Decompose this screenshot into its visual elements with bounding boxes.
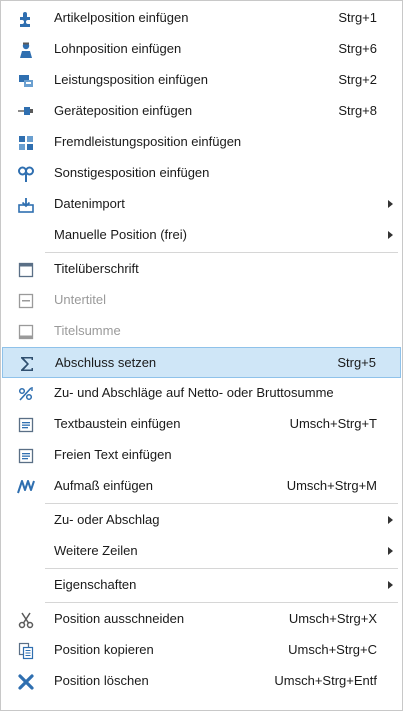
menu-item-shortcut: Strg+5 bbox=[337, 355, 376, 370]
menu-item-label: Aufmaß einfügen bbox=[54, 478, 154, 493]
menu-item-label: Titelsumme bbox=[54, 323, 121, 338]
scissors-icon bbox=[17, 611, 35, 629]
menu-item-label: Fremdleistungsposition einfügen bbox=[54, 134, 242, 149]
menu-item-label: Leistungsposition einfügen bbox=[54, 72, 208, 87]
menu-item-label: Untertitel bbox=[54, 292, 107, 307]
menu-item-label: Position kopieren bbox=[54, 642, 154, 657]
menu-item-shortcut: Umsch+Strg+M bbox=[286, 478, 377, 493]
percent-icon bbox=[17, 385, 35, 403]
menu-item-label: Position ausschneiden bbox=[54, 611, 185, 626]
copy-icon bbox=[17, 642, 35, 660]
menu-item-label: Zu- oder Abschlag bbox=[54, 512, 160, 527]
menu-item-loeschen[interactable]: Position löschen Umsch+Strg+Entf bbox=[2, 666, 401, 697]
menu-item-shortcut: Strg+6 bbox=[338, 41, 377, 56]
menu-item-label: Zu- und Abschläge auf Netto- oder Brutto… bbox=[54, 385, 334, 400]
free-text-icon bbox=[17, 447, 35, 465]
submenu-arrow-icon bbox=[388, 547, 393, 555]
import-icon bbox=[17, 196, 35, 214]
submenu-arrow-icon bbox=[388, 581, 393, 589]
menu-separator bbox=[45, 568, 398, 569]
menu-item-shortcut: Umsch+Strg+T bbox=[289, 416, 377, 431]
menu-item-abschluss-setzen[interactable]: Abschluss setzen Strg+5 bbox=[2, 347, 401, 378]
menu-item-textbaustein[interactable]: Textbaustein einfügen Umsch+Strg+T bbox=[2, 409, 401, 440]
context-menu: Artikelposition einfügen Strg+1 Lohnposi… bbox=[0, 0, 403, 711]
service-icon bbox=[17, 72, 35, 90]
menu-item-artikelposition[interactable]: Artikelposition einfügen Strg+1 bbox=[2, 3, 401, 34]
menu-item-weitere-zeilen[interactable]: Weitere Zeilen bbox=[2, 536, 401, 567]
menu-item-lohnposition[interactable]: Lohnposition einfügen Strg+6 bbox=[2, 34, 401, 65]
measurement-icon bbox=[17, 478, 35, 496]
menu-item-titelsumme[interactable]: Titelsumme bbox=[2, 316, 401, 347]
menu-item-shortcut: Strg+1 bbox=[338, 10, 377, 25]
menu-item-shortcut: Strg+2 bbox=[338, 72, 377, 87]
menu-item-label: Artikelposition einfügen bbox=[54, 10, 189, 25]
menu-item-ausschneiden[interactable]: Position ausschneiden Umsch+Strg+X bbox=[2, 604, 401, 635]
menu-item-label: Manuelle Position (frei) bbox=[54, 227, 187, 242]
menu-item-label: Sonstigesposition einfügen bbox=[54, 165, 210, 180]
menu-item-label: Lohnposition einfügen bbox=[54, 41, 182, 56]
menu-item-titelueberschrift[interactable]: Titelüberschrift bbox=[2, 254, 401, 285]
menu-item-freien-text[interactable]: Freien Text einfügen bbox=[2, 440, 401, 471]
menu-item-shortcut: Umsch+Strg+X bbox=[288, 611, 377, 626]
submenu-arrow-icon bbox=[388, 200, 393, 208]
submenu-arrow-icon bbox=[388, 231, 393, 239]
puzzle-icon bbox=[17, 10, 35, 28]
menu-item-shortcut: Umsch+Strg+C bbox=[288, 642, 377, 657]
menu-item-shortcut: Umsch+Strg+Entf bbox=[274, 673, 377, 688]
menu-item-label: Abschluss setzen bbox=[55, 355, 157, 370]
menu-item-manuelle-position[interactable]: Manuelle Position (frei) bbox=[2, 220, 401, 251]
menu-item-untertitel[interactable]: Untertitel bbox=[2, 285, 401, 316]
text-block-icon bbox=[17, 416, 35, 434]
menu-item-label: Textbaustein einfügen bbox=[54, 416, 181, 431]
menu-item-label: Eigenschaften bbox=[54, 577, 137, 592]
worker-icon bbox=[17, 41, 35, 59]
device-icon bbox=[17, 103, 35, 121]
menu-item-label: Titelüberschrift bbox=[54, 261, 139, 276]
menu-item-eigenschaften[interactable]: Eigenschaften bbox=[2, 570, 401, 601]
menu-item-label: Position löschen bbox=[54, 673, 149, 688]
menu-separator bbox=[45, 602, 398, 603]
menu-separator bbox=[45, 503, 398, 504]
menu-item-label: Weitere Zeilen bbox=[54, 543, 138, 558]
submenu-arrow-icon bbox=[388, 516, 393, 524]
menu-item-aufmass[interactable]: Aufmaß einfügen Umsch+Strg+M bbox=[2, 471, 401, 502]
external-service-icon bbox=[17, 134, 35, 152]
menu-separator bbox=[45, 252, 398, 253]
menu-item-zu-oder-abschlag[interactable]: Zu- oder Abschlag bbox=[2, 505, 401, 536]
title-sum-icon bbox=[17, 323, 35, 341]
menu-item-kopieren[interactable]: Position kopieren Umsch+Strg+C bbox=[2, 635, 401, 666]
menu-item-label: Geräteposition einfügen bbox=[54, 103, 193, 118]
menu-item-sonstigesposition[interactable]: Sonstigesposition einfügen bbox=[2, 158, 401, 189]
menu-item-datenimport[interactable]: Datenimport bbox=[2, 189, 401, 220]
menu-item-shortcut: Strg+8 bbox=[338, 103, 377, 118]
subtitle-icon bbox=[17, 292, 35, 310]
delete-icon bbox=[17, 673, 35, 691]
misc-icon bbox=[17, 165, 35, 183]
menu-item-zu-und-abschlaege[interactable]: Zu- und Abschläge auf Netto- oder Brutto… bbox=[2, 378, 401, 409]
menu-item-label: Freien Text einfügen bbox=[54, 447, 172, 462]
menu-item-geraeteposition[interactable]: Geräteposition einfügen Strg+8 bbox=[2, 96, 401, 127]
sigma-icon bbox=[18, 355, 36, 373]
menu-item-fremdleistungsposition[interactable]: Fremdleistungsposition einfügen bbox=[2, 127, 401, 158]
menu-item-leistungsposition[interactable]: Leistungsposition einfügen Strg+2 bbox=[2, 65, 401, 96]
menu-item-label: Datenimport bbox=[54, 196, 125, 211]
title-heading-icon bbox=[17, 261, 35, 279]
